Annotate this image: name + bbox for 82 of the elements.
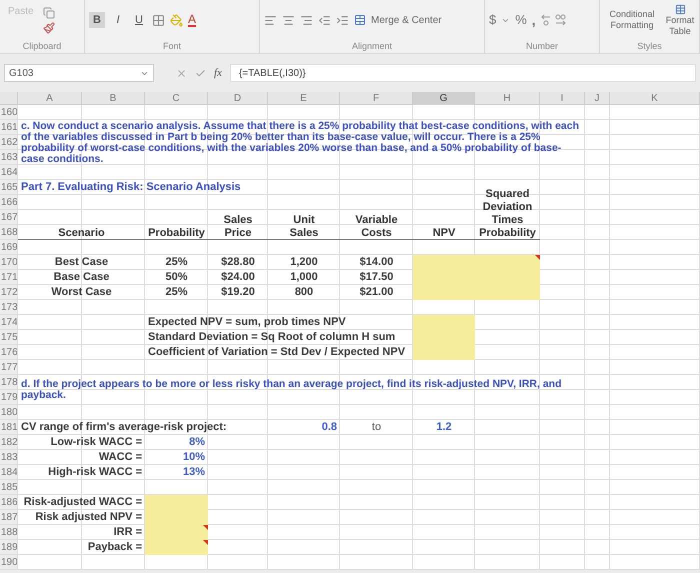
cell-reference: G103 xyxy=(9,66,34,80)
cell-text: Standard Deviation = Sq Root of column H sum xyxy=(148,331,396,344)
font-style-button[interactable]: I xyxy=(110,12,126,28)
column-heading: Variable Costs xyxy=(355,214,398,240)
cell-text: $17.50 xyxy=(360,271,394,284)
conditional-formatting-button[interactable]: Conditional Formatting xyxy=(604,9,660,31)
font-style-button[interactable]: B xyxy=(89,12,105,28)
input-value: 0.8 xyxy=(322,421,337,434)
cell-text: High-risk WACC = xyxy=(48,466,142,479)
column-heading: Scenario xyxy=(58,227,105,240)
cell-text: $28.80 xyxy=(221,256,255,269)
input-value: 13% xyxy=(182,466,205,479)
cell-text: $19.20 xyxy=(221,286,255,299)
cell-text: 25% xyxy=(165,256,188,269)
comment-marker-icon[interactable] xyxy=(203,540,208,545)
cell-text: Expected NPV = sum, prob times NPV xyxy=(148,316,346,329)
cell-text: Risk adjusted NPV = xyxy=(35,511,142,524)
align-right-icon[interactable] xyxy=(300,14,313,26)
column-header[interactable]: G xyxy=(413,92,475,105)
merge-center-button[interactable]: Merge & Center xyxy=(371,12,442,28)
cancel-icon[interactable] xyxy=(176,68,187,78)
group-label: Number xyxy=(524,40,559,53)
enter-icon[interactable] xyxy=(195,68,206,78)
input-area[interactable] xyxy=(413,315,475,360)
cell-text: 1,000 xyxy=(290,271,318,284)
copy-icon[interactable] xyxy=(42,6,55,18)
instruction-text: d. If the project appears to be more or less risky than an average project, find its risk-adjusted NPV, IRR, and payback. xyxy=(21,379,563,401)
font-color-button[interactable]: A xyxy=(188,13,196,27)
formula-field[interactable]: {=TABLE(,I30)} xyxy=(230,64,696,82)
cell-text: $24.00 xyxy=(221,271,255,284)
cell-text: Best Case xyxy=(54,256,108,269)
cell-text: CV range of firm's average-risk project: xyxy=(21,421,227,434)
cell-text: Low-risk WACC = xyxy=(50,436,142,449)
group-label: Font xyxy=(162,40,182,53)
table-icon[interactable] xyxy=(674,4,686,14)
cell-text: Risk-adjusted WACC = xyxy=(24,496,142,509)
column-heading: Unit Sales xyxy=(290,214,318,240)
column-heading: Probability xyxy=(148,227,205,240)
cell-text: 25% xyxy=(165,286,188,299)
name-box[interactable]: G103 xyxy=(4,64,154,82)
increase-indent-icon[interactable] xyxy=(336,14,349,26)
decimal-icon[interactable] xyxy=(540,14,567,26)
cell-text: WACC = xyxy=(98,451,142,464)
align-center-icon[interactable] xyxy=(282,14,295,26)
column-heading: Squared Deviation Times Probability xyxy=(479,188,536,240)
group-label: Styles xyxy=(636,40,663,53)
cell-text: Base Case xyxy=(54,271,110,284)
align-left-icon[interactable] xyxy=(264,14,277,26)
cell-text: Payback = xyxy=(88,541,142,554)
borders-icon[interactable] xyxy=(152,14,165,26)
cell-text: Worst Case xyxy=(51,286,112,299)
column-heading: Sales Price xyxy=(224,214,252,240)
insert-function-button[interactable]: fx xyxy=(214,64,222,82)
format-table-button[interactable]: Format Table xyxy=(665,14,695,36)
group-label: Alignment xyxy=(350,40,394,53)
cell-text: $14.00 xyxy=(360,256,394,269)
input-area[interactable] xyxy=(413,255,540,300)
fill-color-icon[interactable] xyxy=(170,14,183,26)
cell-text: $21.00 xyxy=(360,286,394,299)
cell-text: Coefficient of Variation = Std Dev / Expected NPV xyxy=(148,346,406,359)
font-style-button[interactable]: U xyxy=(131,12,147,28)
input-value: 8% xyxy=(189,436,205,449)
cell-text: IRR = xyxy=(114,526,142,539)
input-value: 1.2 xyxy=(436,421,452,434)
group-label: Clipboard xyxy=(22,40,62,53)
percent-button[interactable]: % xyxy=(515,10,527,30)
paintbrush-icon[interactable] xyxy=(42,22,55,34)
cell-text: 800 xyxy=(294,286,314,299)
comma-button[interactable]: , xyxy=(532,10,536,30)
cell-text: 50% xyxy=(165,271,188,284)
instruction-text: Part 7. Evaluating Risk: Scenario Analysis xyxy=(21,181,241,194)
input-area[interactable] xyxy=(145,495,208,555)
column-heading: NPV xyxy=(432,227,456,240)
decrease-indent-icon[interactable] xyxy=(318,14,331,26)
input-value: 10% xyxy=(182,451,205,464)
cell-text: 1,200 xyxy=(290,256,318,269)
instruction-text: c. Now conduct a scenario analysis. Assume that there is a 25% probability that best-case conditions, with each of the variables discussed in Part b being 20% better than its base-case value, will occur. There is a 25% probability of worst-case conditions, with the variables 20% worse than base, and a 50% probability of base-case conditions. xyxy=(21,120,580,164)
comment-marker-icon[interactable] xyxy=(203,525,208,530)
comment-marker-icon[interactable] xyxy=(535,255,540,260)
currency-button[interactable]: $ xyxy=(489,10,496,30)
merge-cells-icon[interactable] xyxy=(354,14,366,26)
cell-text: to xyxy=(372,421,382,434)
